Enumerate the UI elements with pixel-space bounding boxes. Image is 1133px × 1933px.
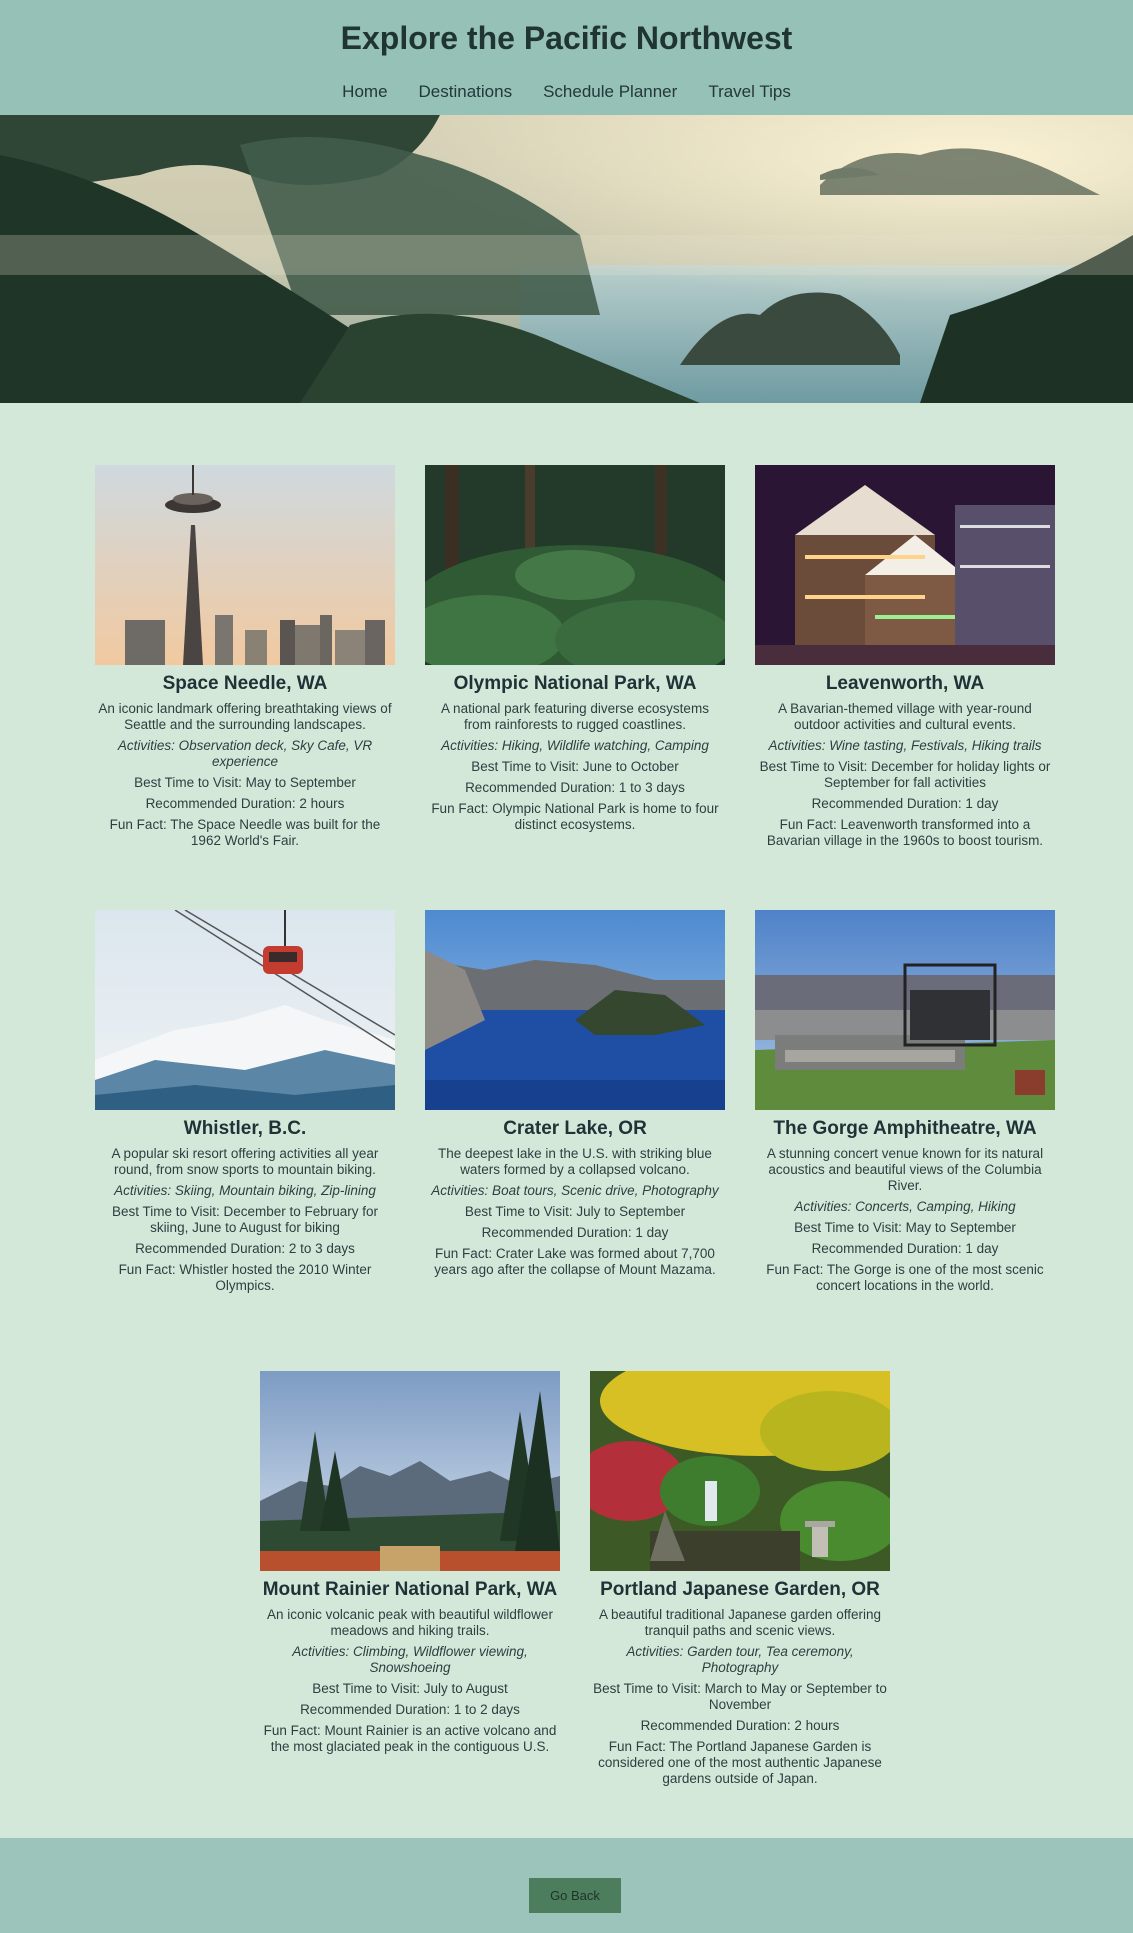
destination-description: A beautiful traditional Japanese garden … <box>599 1607 881 1638</box>
destination-activities: Activities: Garden tour, Tea ceremony, P… <box>626 1644 854 1675</box>
main-nav: Home Destinations Schedule Planner Trave… <box>0 82 1133 102</box>
nav-link-schedule-planner[interactable]: Schedule Planner <box>543 82 677 102</box>
nav-link-destinations[interactable]: Destinations <box>419 82 513 102</box>
site-header: Explore the Pacific Northwest Home Desti… <box>0 0 1133 115</box>
destination-description: A popular ski resort offering activities… <box>111 1146 379 1177</box>
destination-duration: Recommended Duration: 1 to 3 days <box>465 780 685 795</box>
destination-card: Olympic National Park, WA A national par… <box>425 465 725 838</box>
crater-lake-image <box>425 910 725 1110</box>
destination-duration: Recommended Duration: 2 to 3 days <box>135 1241 355 1256</box>
destination-activities: Activities: Observation deck, Sky Cafe, … <box>117 738 373 769</box>
olympic-national-park-image <box>425 465 725 665</box>
destination-title: Leavenworth, WA <box>825 673 985 694</box>
destination-activities: Activities: Concerts, Camping, Hiking <box>794 1199 1016 1214</box>
destination-fun-fact: Fun Fact: The Portland Japanese Garden i… <box>598 1739 882 1786</box>
destination-description: A Bavarian-themed village with year-roun… <box>778 701 1032 732</box>
mount-rainier-image <box>260 1371 560 1571</box>
destination-best-time: Best Time to Visit: July to August <box>312 1681 508 1696</box>
destination-duration: Recommended Duration: 1 day <box>811 796 999 811</box>
destination-description: A stunning concert venue known for its n… <box>766 1146 1044 1193</box>
nav-link-home[interactable]: Home <box>342 82 387 102</box>
destination-best-time: Best Time to Visit: December for holiday… <box>759 759 1051 790</box>
destination-card: Mount Rainier National Park, WA An iconi… <box>260 1371 560 1760</box>
gorge-amphitheatre-image <box>755 910 1055 1110</box>
destination-activities: Activities: Hiking, Wildlife watching, C… <box>441 738 709 753</box>
destination-fun-fact: Fun Fact: The Space Needle was built for… <box>109 817 381 848</box>
destination-activities: Activities: Wine tasting, Festivals, Hik… <box>768 738 1042 753</box>
hero-banner-image <box>0 115 1133 403</box>
destination-best-time: Best Time to Visit: June to October <box>471 759 679 774</box>
destination-best-time: Best Time to Visit: May to September <box>134 775 356 790</box>
destination-best-time: Best Time to Visit: December to February… <box>111 1204 379 1235</box>
leavenworth-image <box>755 465 1055 665</box>
destination-fun-fact: Fun Fact: Whistler hosted the 2010 Winte… <box>118 1262 372 1293</box>
destination-card: Portland Japanese Garden, OR A beautiful… <box>590 1371 890 1792</box>
destination-fun-fact: Fun Fact: Olympic National Park is home … <box>431 801 719 832</box>
space-needle-image <box>95 465 395 665</box>
destination-fun-fact: Fun Fact: Mount Rainier is an active vol… <box>263 1723 557 1754</box>
destination-duration: Recommended Duration: 2 hours <box>640 1718 840 1733</box>
destination-activities: Activities: Boat tours, Scenic drive, Ph… <box>431 1183 719 1198</box>
destination-best-time: Best Time to Visit: July to September <box>464 1204 686 1219</box>
destination-fun-fact: Fun Fact: Leavenworth transformed into a… <box>766 817 1044 848</box>
destination-card: Whistler, B.C. A popular ski resort offe… <box>95 910 395 1299</box>
destination-title: Crater Lake, OR <box>503 1118 647 1139</box>
destination-title: Mount Rainier National Park, WA <box>262 1579 558 1600</box>
destination-best-time: Best Time to Visit: March to May or Sept… <box>593 1681 887 1712</box>
destination-description: A national park featuring diverse ecosys… <box>441 701 709 732</box>
portland-japanese-garden-image <box>590 1371 890 1571</box>
destination-best-time: Best Time to Visit: May to September <box>794 1220 1016 1235</box>
destination-card: Crater Lake, OR The deepest lake in the … <box>425 910 725 1283</box>
destination-duration: Recommended Duration: 1 to 2 days <box>300 1702 520 1717</box>
destination-title: The Gorge Amphitheatre, WA <box>773 1118 1037 1139</box>
destination-duration: Recommended Duration: 1 day <box>481 1225 669 1240</box>
destination-title: Whistler, B.C. <box>183 1118 307 1139</box>
nav-link-travel-tips[interactable]: Travel Tips <box>708 82 791 102</box>
whistler-image <box>95 910 395 1110</box>
destination-card: Space Needle, WA An iconic landmark offe… <box>95 465 395 854</box>
destination-card: The Gorge Amphitheatre, WA A stunning co… <box>755 910 1055 1299</box>
destination-description: The deepest lake in the U.S. with striki… <box>438 1146 712 1177</box>
destination-fun-fact: Fun Fact: The Gorge is one of the most s… <box>766 1262 1044 1293</box>
destination-description: An iconic landmark offering breathtaking… <box>98 701 392 732</box>
destination-duration: Recommended Duration: 1 day <box>811 1241 999 1256</box>
page-title: Explore the Pacific Northwest <box>340 20 793 56</box>
destination-title: Portland Japanese Garden, OR <box>600 1579 880 1600</box>
destination-title: Olympic National Park, WA <box>453 673 697 694</box>
destination-title: Space Needle, WA <box>162 673 328 694</box>
destination-card: Leavenworth, WA A Bavarian-themed villag… <box>755 465 1055 854</box>
site-footer: Go Back <box>0 1838 1133 1933</box>
destination-activities: Activities: Climbing, Wildflower viewing… <box>292 1644 528 1675</box>
destination-activities: Activities: Skiing, Mountain biking, Zip… <box>114 1183 376 1198</box>
destination-fun-fact: Fun Fact: Crater Lake was formed about 7… <box>434 1246 716 1277</box>
go-back-button[interactable]: Go Back <box>529 1878 621 1913</box>
destination-duration: Recommended Duration: 2 hours <box>145 796 345 811</box>
destination-description: An iconic volcanic peak with beautiful w… <box>267 1607 553 1638</box>
